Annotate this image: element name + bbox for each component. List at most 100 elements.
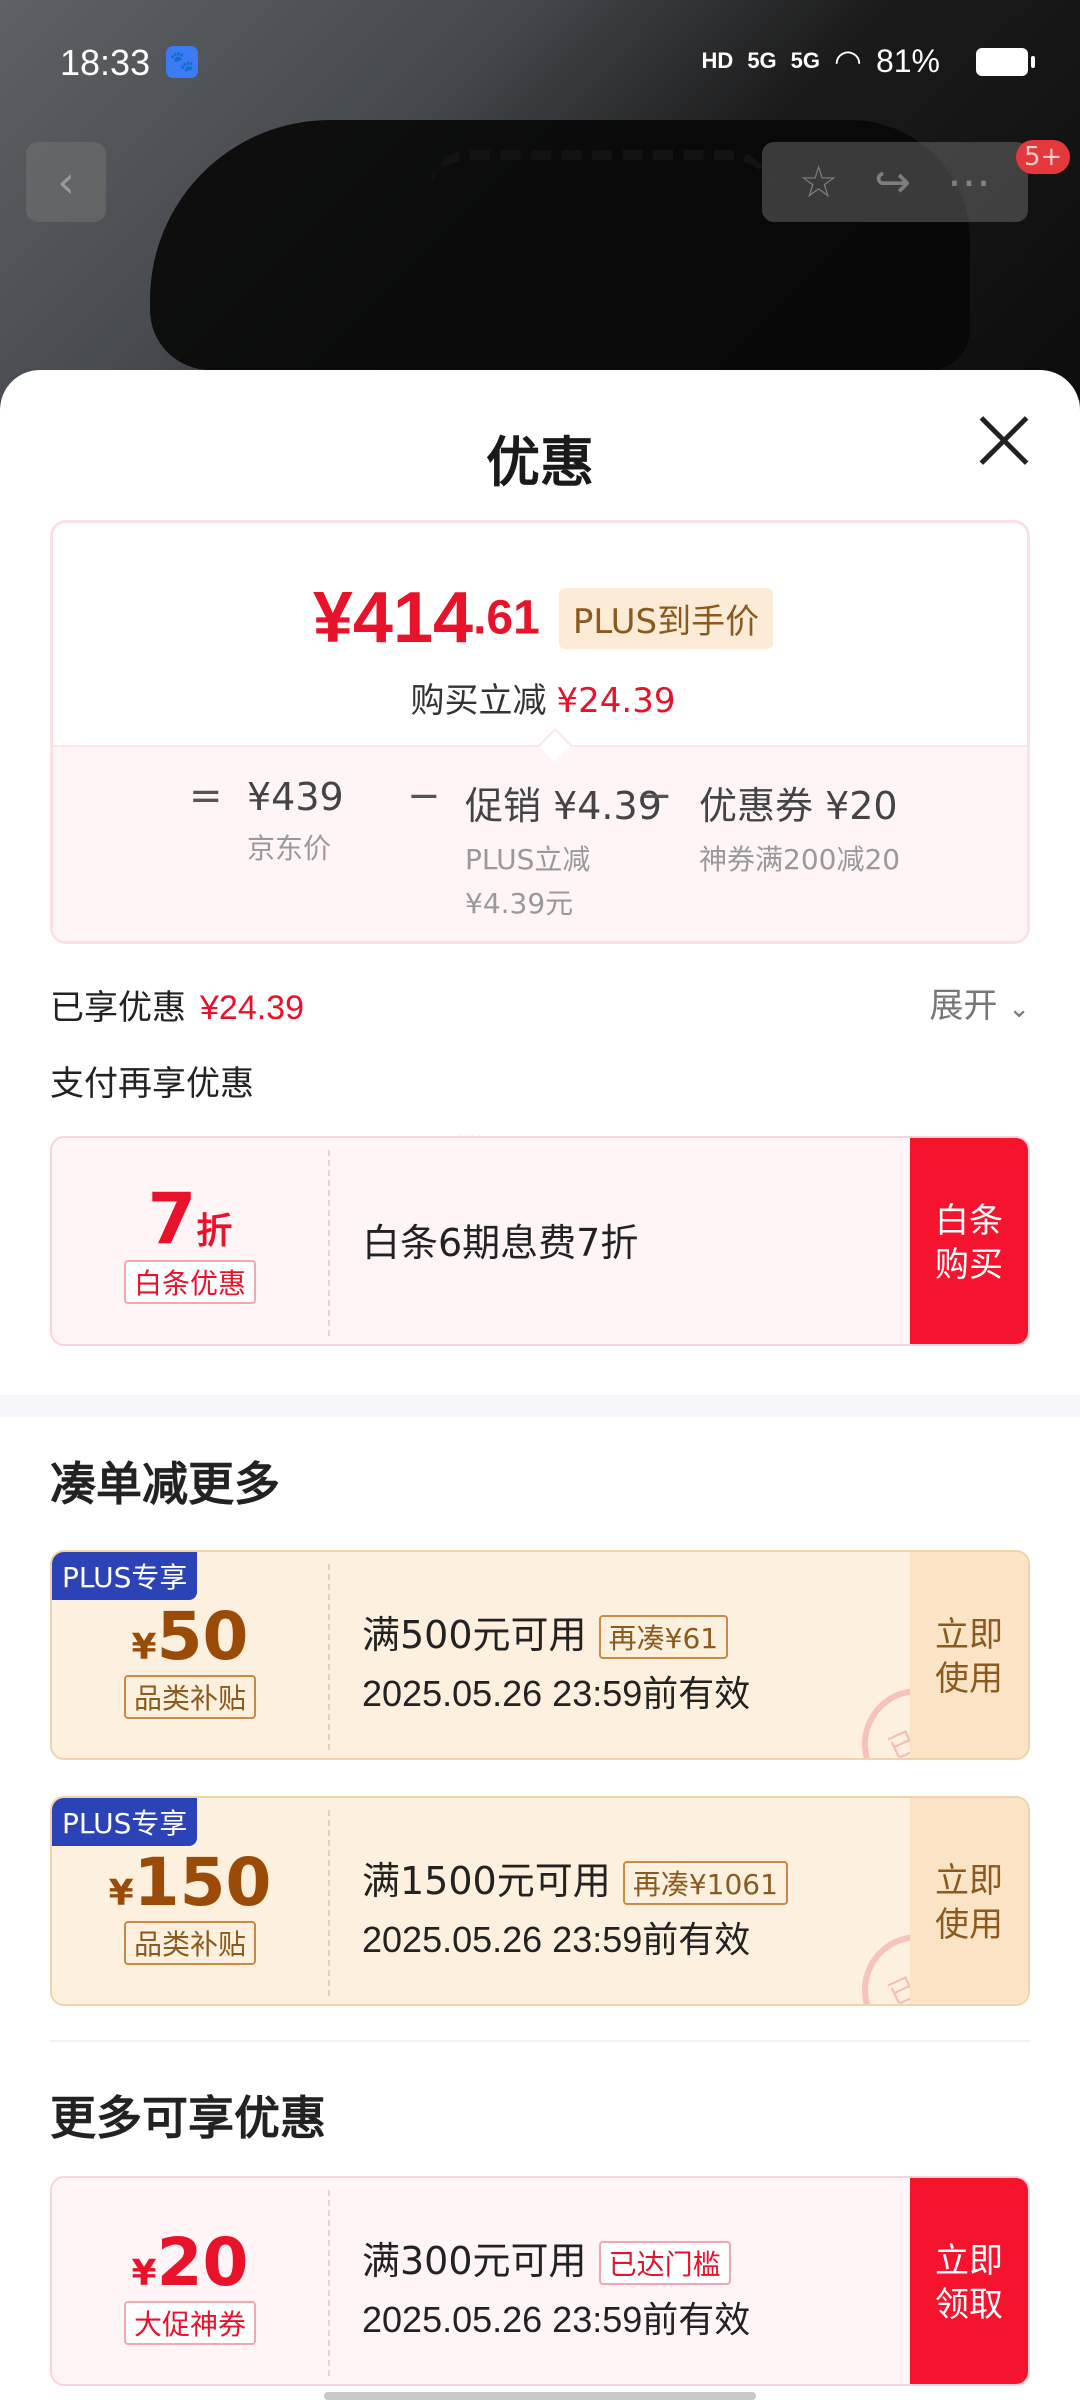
coupon-condition: 满300元可用 [362,2239,587,2283]
status-time: 18:33 [60,42,151,83]
discount-value: ¥24.39 [556,681,676,721]
close-icon[interactable] [978,414,1030,466]
status-indicators: HD 5G 5G ◠ 81% [702,42,940,80]
coupon-divider [328,1150,330,1336]
use-now-button[interactable]: 立即使用 [910,1798,1028,2004]
price-integer: 414 [352,578,474,658]
breakdown-label: 京东价 [247,832,332,865]
enjoyed-discount: 已享优惠 ¥24.39 [50,980,304,1029]
nav-actions: ☆ ↪ ⋯ [762,142,1028,222]
coupon-amount: 20 [156,2224,249,2301]
pay-more-heading: 支付再享优惠 [50,1064,254,1104]
coupon-expire: 2025.05.26 23:59前有效 [362,2299,751,2340]
home-indicator[interactable] [324,2392,756,2400]
breakdown-value: 优惠券 ¥20 [699,784,898,828]
breakdown-value: 促销 ¥4.39 [465,784,662,828]
sheet-title: 优惠 [486,431,594,494]
coupon-condition: 满500元可用 [362,1613,587,1657]
coupon-extra-tag: 再凑¥61 [598,1615,729,1659]
equals-sign: = [189,773,223,819]
coupon-amount: 150 [133,1844,272,1921]
coupon-info: 满300元可用 已达门槛 2025.05.26 23:59前有效 [362,2178,751,2384]
coupon-extra-tag: 已达门槛 [598,2241,731,2285]
combine-coupon: PLUS专享 ¥150 品类补贴 满1500元可用 再凑¥1061 2025.0… [50,1796,1030,2006]
wifi-icon: ◠ [834,43,862,79]
discount-label: 购买立减 [410,681,547,721]
breakdown-note: ¥4.39元 [465,887,574,920]
coupon-info: 白条6期息费7折 [362,1138,639,1344]
expand-button[interactable]: 展开 ⌄ [929,978,1030,1027]
coupon-divider [328,1564,330,1750]
discount-summary: 购买立减 ¥24.39 [53,673,1027,722]
use-now-button[interactable]: 立即使用 [910,1552,1028,1758]
chevron-down-icon: ⌄ [1008,994,1030,1024]
star-icon[interactable]: ☆ [799,157,838,208]
discount-sheet: 优惠 ¥414.61 PLUS到手价 购买立减 ¥24.39 = ¥439 京东价… [0,370,1080,2400]
notification-badge: 5+ [1016,140,1071,174]
coupon-currency: ¥ [131,1627,157,1668]
coupon-condition-row: 满500元可用 再凑¥61 [362,1604,750,1659]
coupon-value: ¥50 品类补贴 [52,1552,328,1758]
coupon-condition-row: 满1500元可用 再凑¥1061 [362,1850,788,1905]
baidu-paw-icon: 🐾 [166,46,198,78]
final-price: ¥414.61 PLUS到手价 [53,577,1027,659]
price-currency: ¥ [312,578,353,658]
minus-sign: − [407,773,441,819]
coupon-condition-row: 满300元可用 已达门槛 [362,2230,750,2285]
coupon-tag: 品类补贴 [123,1675,256,1719]
back-button[interactable]: ‹ [26,142,106,222]
expand-label: 展开 [929,986,998,1026]
breakdown-value: ¥439 [247,775,344,819]
price-decimal: .61 [473,591,540,645]
coupon-amount: 50 [156,1598,249,1675]
price-breakdown: = ¥439 京东价 − 促销 ¥4.39 PLUS立减 ¥4.39元 − 优惠… [53,745,1027,941]
status-bar: 18:33 🐾 HD 5G 5G ◠ 81% [0,0,1080,124]
signal-5g-icon: 5G [747,48,777,73]
claim-now-button[interactable]: 立即领取 [910,2178,1028,2384]
coupon-expire: 2025.05.26 23:59前有效 [362,1919,751,1960]
share-icon[interactable]: ↪ [874,157,911,208]
more-coupon: ¥20 大促神券 满300元可用 已达门槛 2025.05.26 23:59前有… [50,2176,1030,2386]
coupon-info: 满1500元可用 再凑¥1061 2025.05.26 23:59前有效 [362,1798,788,2004]
coupon-info: 满500元可用 再凑¥61 2025.05.26 23:59前有效 [362,1552,751,1758]
coupon-expire: 2025.05.26 23:59前有效 [362,1673,751,1714]
price-card: ¥414.61 PLUS到手价 购买立减 ¥24.39 = ¥439 京东价 − … [50,520,1030,944]
coupon-tag: 白条优惠 [123,1260,256,1304]
coupon-tag: 品类补贴 [123,1921,256,1965]
combine-section-title: 凑单减更多 [50,1457,280,1511]
breakdown-label: 神券满200减20 [699,843,901,876]
more-icon[interactable]: ⋯ [947,157,991,208]
minus-sign: − [639,773,673,819]
discount-number: 7 [147,1178,197,1260]
coupon-value: ¥20 大促神券 [52,2178,328,2384]
breakdown-coupon: 优惠券 ¥20 神券满200减20 [699,775,900,882]
section-separator [0,1395,1080,1417]
baitiao-coupon: 7折 白条优惠 白条6期息费7折 白条购买 [50,1136,1030,1346]
coupon-tag: 大促神券 [123,2301,256,2345]
divider-line [50,2040,1030,2042]
coupon-currency: ¥ [131,2253,157,2294]
breakdown-jd-price: ¥439 京东价 [247,775,344,871]
baitiao-buy-button[interactable]: 白条购买 [910,1138,1028,1344]
discount-unit: 折 [196,1211,233,1252]
coupon-text: 白条6期息费7折 [362,1221,639,1265]
battery-icon [976,48,1035,76]
enjoyed-label: 已享优惠 [50,988,186,1028]
battery-percent: 81% [875,42,940,79]
coupon-currency: ¥ [108,1873,134,1914]
coupon-extra-tag: 再凑¥1061 [622,1861,788,1905]
signal-5g-icon: 5G [790,48,821,73]
combine-coupon: PLUS专享 ¥50 品类补贴 满500元可用 再凑¥61 2025.05.26… [50,1550,1030,1760]
enjoyed-value: ¥24.39 [200,989,304,1027]
breakdown-promotion: 促销 ¥4.39 PLUS立减 ¥4.39元 [465,775,662,926]
plus-price-tag: PLUS到手价 [558,587,774,649]
breakdown-label: PLUS立减 [465,843,591,876]
more-section-title: 更多可享优惠 [50,2091,326,2145]
coupon-condition: 满1500元可用 [362,1859,611,1903]
coupon-value: ¥150 品类补贴 [52,1798,328,2004]
coupon-divider [328,1810,330,1996]
chevron-left-icon: ‹ [57,156,75,208]
hd-indicator: HD [701,48,734,73]
coupon-divider [328,2190,330,2376]
coupon-value: 7折 白条优惠 [52,1138,328,1344]
